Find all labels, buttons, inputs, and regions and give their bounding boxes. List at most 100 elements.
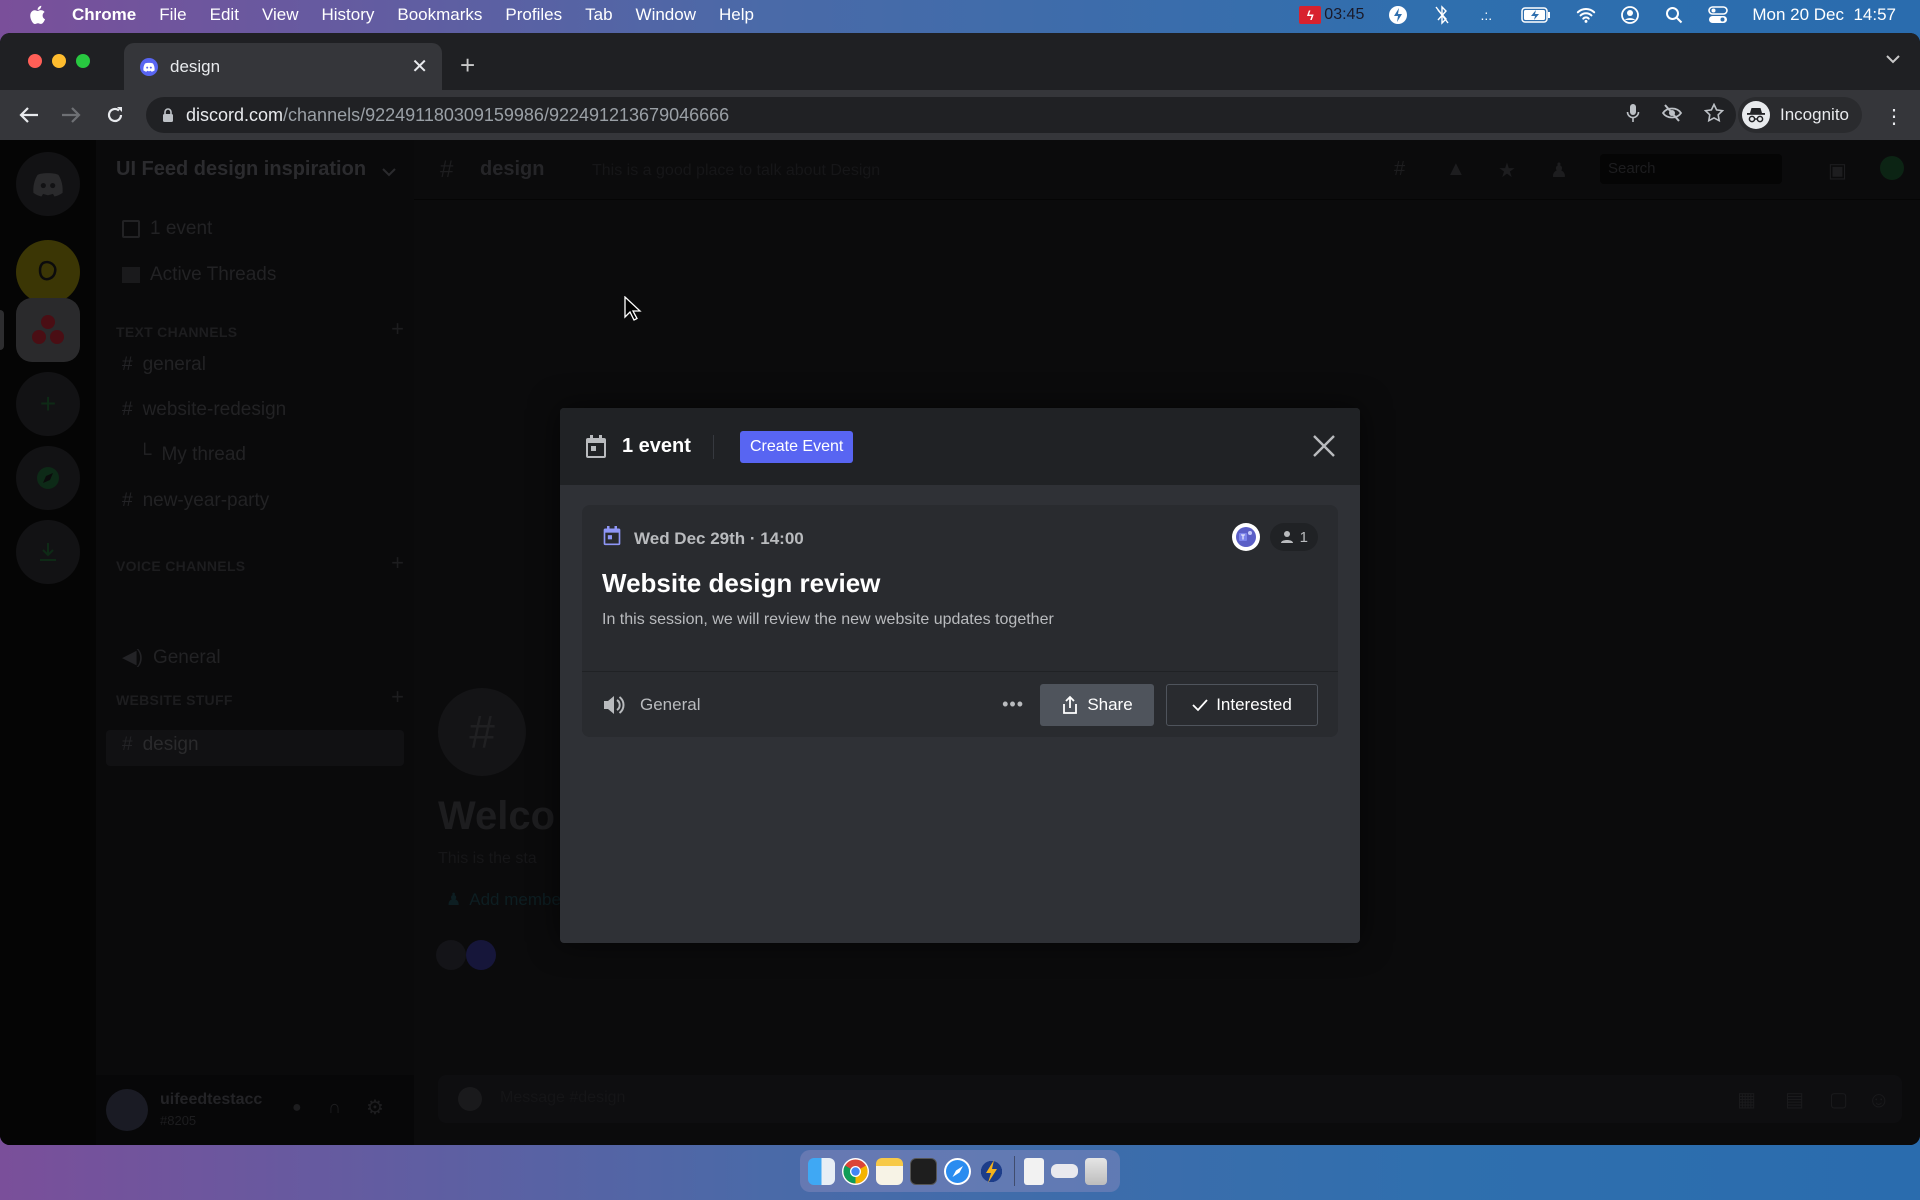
dots-icon[interactable]: .:. [1476,5,1496,25]
attendee-count-badge[interactable]: 1 [1269,523,1318,551]
menu-edit[interactable]: Edit [210,5,239,25]
member-list-icon[interactable]: ♟ [1550,158,1568,183]
close-icon[interactable] [1310,432,1338,460]
clock[interactable]: Mon 20 Dec 14:57 [1752,5,1896,25]
bluetooth-off-icon[interactable] [1432,5,1452,25]
menu-window[interactable]: Window [636,5,696,25]
thread-my-thread[interactable]: └ My thread [138,444,246,466]
create-event-button[interactable]: Create Event [739,430,854,463]
creator-avatar-teams-icon[interactable]: T [1231,523,1260,551]
emoji-icon[interactable]: ☺ [1868,1087,1890,1113]
back-button[interactable] [16,102,42,128]
message-input[interactable]: Message #design ▦ ▤ ▢ ☺ [438,1075,1902,1123]
battery-charging-icon[interactable] [1520,5,1552,25]
headphones-icon[interactable]: ∩ [328,1097,341,1118]
inbox-icon[interactable]: ▣ [1828,158,1847,183]
explore-servers-button[interactable] [16,446,80,510]
member-avatar[interactable] [436,940,466,970]
event-description: In this session, we will review the new … [602,611,1054,628]
channel-design[interactable]: # design [122,734,199,756]
finder-icon[interactable] [808,1157,835,1185]
menu-tab[interactable]: Tab [585,5,612,25]
bookmark-star-icon[interactable] [1703,102,1725,128]
download-apps-button[interactable] [16,520,80,584]
sidebar-item-active-threads[interactable]: Active Threads [122,264,276,286]
menu-file[interactable]: File [159,5,186,25]
incognito-profile-button[interactable]: Incognito [1738,97,1862,133]
server-ui-feed-icon[interactable] [16,298,80,362]
pinned-messages-icon[interactable]: ★ [1498,158,1516,183]
category-text-channels[interactable]: TEXT CHANNELS [116,324,237,340]
tab-search-chevron-icon[interactable] [1886,51,1900,69]
upload-plus-icon[interactable] [458,1087,482,1111]
gif-icon[interactable]: ▤ [1785,1087,1804,1112]
user-settings-gear-icon[interactable]: ⚙ [366,1095,384,1120]
help-icon[interactable] [1880,156,1904,180]
guild-menu-chevron-icon[interactable] [382,164,396,182]
tab-design[interactable]: design ✕ [124,43,442,90]
sticker-icon[interactable]: ▢ [1829,1087,1848,1112]
voice-channel-general[interactable]: ◀) General [122,646,221,669]
control-center-icon[interactable] [1708,5,1729,25]
channel-new-year-party[interactable]: # new-year-party [122,490,269,512]
microphone-icon[interactable] [1626,103,1640,128]
user-icon[interactable] [1620,5,1640,25]
menu-app-name[interactable]: Chrome [72,5,136,25]
tracking-protection-eye-off-icon[interactable] [1661,103,1683,127]
terminal-icon[interactable] [910,1157,937,1185]
channel-website-redesign[interactable]: # website-redesign [122,399,286,421]
notes-icon[interactable] [876,1157,903,1185]
gift-icon[interactable]: ▦ [1737,1087,1756,1112]
add-category-channel-icon[interactable]: + [391,684,404,710]
safari-icon[interactable] [944,1157,971,1185]
document-icon[interactable] [1024,1157,1044,1185]
menu-view[interactable]: View [262,5,299,25]
guild-name[interactable]: UI Feed design inspiration [116,158,366,181]
menu-bookmarks[interactable]: Bookmarks [397,5,482,25]
reload-button[interactable] [102,102,128,128]
menu-help[interactable]: Help [719,5,754,25]
notification-bell-icon[interactable]: ▲ [1446,158,1466,181]
minimize-window-button[interactable] [52,54,66,68]
close-tab-icon[interactable]: ✕ [411,54,428,79]
menu-history[interactable]: History [321,5,374,25]
chrome-icon[interactable] [842,1157,869,1185]
reeder-lightning-icon[interactable] [978,1157,1005,1185]
apple-icon[interactable] [28,5,48,25]
trash-icon[interactable] [1085,1157,1107,1185]
add-text-channel-icon[interactable]: + [391,316,404,342]
user-avatar[interactable] [106,1089,148,1131]
recording-indicator[interactable]: ϟ 03:45 [1299,6,1364,24]
category-website-stuff[interactable]: WEBSITE STUFF [116,692,233,708]
chrome-menu-icon[interactable]: ⋮ [1884,104,1904,129]
close-window-button[interactable] [28,54,42,68]
address-bar[interactable]: discord.com /channels/922491180309159986… [146,97,1736,133]
new-tab-button[interactable]: + [460,50,475,81]
event-location[interactable]: General [602,694,1002,716]
interested-button[interactable]: Interested [1166,683,1318,726]
lock-icon[interactable] [162,107,174,122]
menu-profiles[interactable]: Profiles [505,5,562,25]
discord-home-button[interactable] [16,152,80,216]
sidebar-item-events[interactable]: 1 event [122,218,212,240]
share-button[interactable]: Share [1040,683,1154,726]
channel-topic[interactable]: This is a good place to talk about Desig… [592,162,880,180]
member-avatar[interactable] [466,940,496,970]
wifi-icon[interactable] [1576,5,1596,25]
server-mailchimp-icon[interactable] [16,240,80,304]
event-card[interactable]: Wed Dec 29th · 14:00 Website design revi… [582,505,1338,737]
more-options-icon[interactable]: ••• [1002,694,1024,715]
add-voice-channel-icon[interactable]: + [391,550,404,576]
screenshot-preview-icon[interactable] [1051,1164,1078,1178]
mute-microphone-icon[interactable]: ● [292,1099,302,1117]
search-icon[interactable] [1664,5,1684,25]
maximize-window-button[interactable] [76,54,90,68]
add-server-button[interactable]: + [16,372,80,436]
threads-header-icon[interactable]: # [1394,158,1405,181]
forward-button[interactable] [58,102,84,128]
category-voice-channels[interactable]: VOICE CHANNELS [116,558,245,574]
modal-header: 1 event Create Event [560,408,1360,485]
channel-general[interactable]: # general [122,354,206,376]
search-input[interactable]: Search [1600,154,1782,184]
flash-icon[interactable] [1388,5,1408,25]
